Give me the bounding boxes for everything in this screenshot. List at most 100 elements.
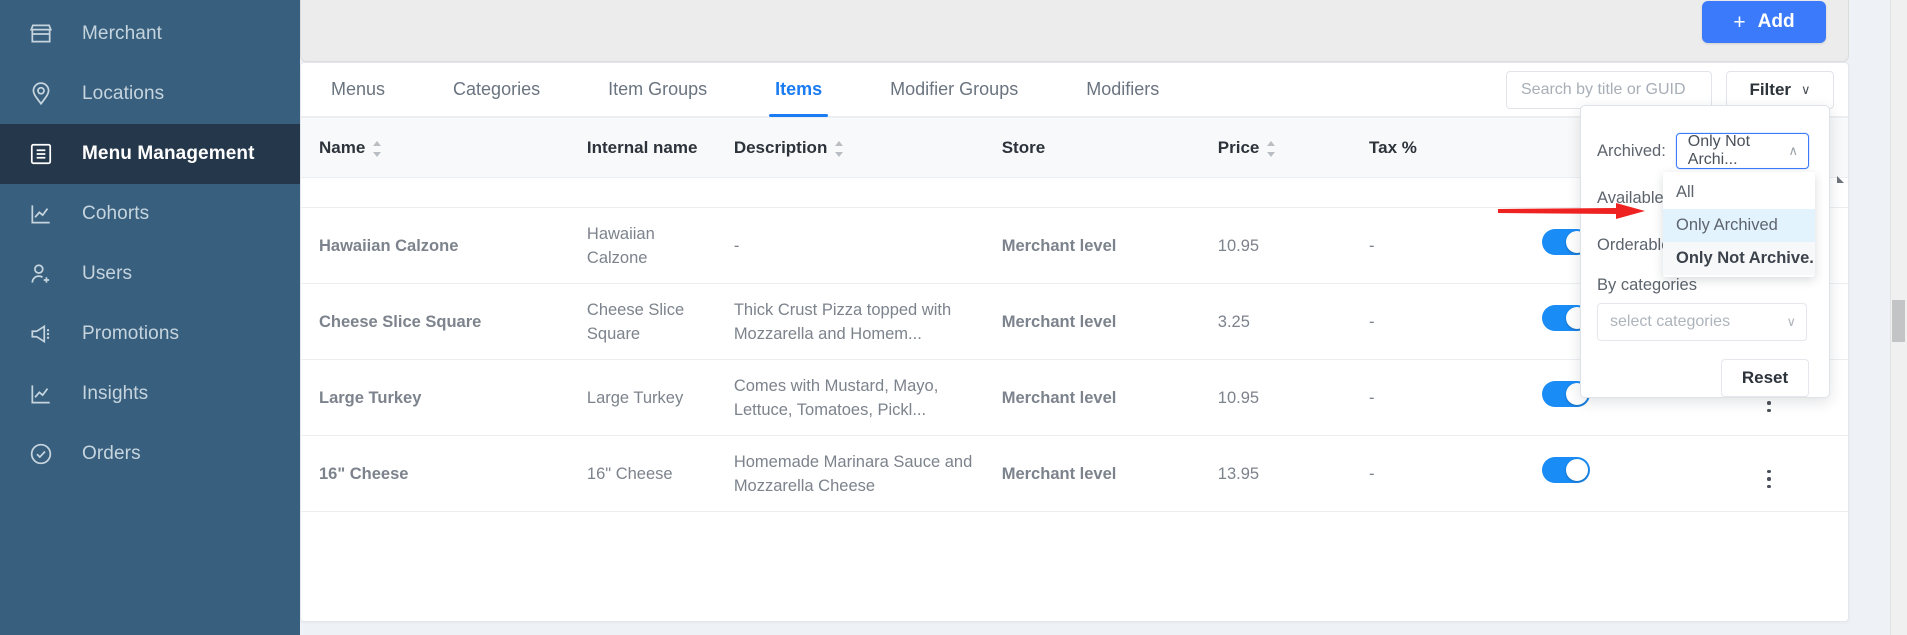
column-header-label: Description	[733, 137, 828, 157]
filter-archived-label: Archived:	[1597, 141, 1666, 160]
tab-items[interactable]: Items	[763, 63, 834, 117]
categories-placeholder: select categories	[1610, 313, 1731, 330]
tab-menus[interactable]: Menus	[319, 63, 397, 117]
categories-multiselect[interactable]: select categories ∨	[1597, 303, 1807, 341]
sidebar-item-label: Locations	[82, 83, 165, 104]
cell-description: Homemade Marinara Sauce and Mozzarella C…	[715, 435, 984, 512]
cell-availability-toggle[interactable]	[1523, 435, 1740, 512]
sidebar-item-promotions[interactable]: Promotions	[0, 304, 300, 364]
page-scrollbar-thumb[interactable]	[1892, 300, 1905, 342]
tab-item-groups[interactable]: Item Groups	[596, 63, 719, 117]
column-header-label: Name	[319, 137, 366, 157]
sidebar-item-label: Menu Management	[82, 143, 255, 164]
search-input[interactable]	[1519, 80, 1730, 100]
app-root: Merchant Locations Menu Management Cohor…	[0, 0, 1907, 635]
sidebar-item-orders[interactable]: Orders	[0, 424, 300, 484]
sidebar-item-label: Users	[82, 263, 133, 284]
filter-button-label: Filter	[1749, 80, 1792, 99]
tab-bar-actions: Filter ∨	[1506, 71, 1834, 109]
filter-available-label: Available:	[1597, 188, 1669, 207]
user-add-icon	[28, 261, 68, 287]
cell-description: Comes with Mustard, Mayo, Lettuce, Tomat…	[715, 359, 984, 436]
sidebar-item-label: Merchant	[82, 23, 163, 44]
archived-select[interactable]: Only Not Archi... ∧	[1675, 133, 1809, 169]
cell-internal-name: 16" Cheese	[568, 435, 716, 512]
tab-categories[interactable]: Categories	[441, 63, 552, 117]
cell-name: 16" Cheese	[301, 435, 569, 512]
filter-button[interactable]: Filter ∨	[1726, 71, 1834, 109]
sidebar-item-users[interactable]: Users	[0, 244, 300, 304]
cell-store: Merchant level	[983, 359, 1200, 436]
cell-tax: -	[1351, 359, 1524, 436]
list-icon	[28, 141, 68, 167]
column-header-label: Internal name	[586, 137, 698, 157]
cell-store: Merchant level	[983, 207, 1200, 284]
sidebar-item-locations[interactable]: Locations	[0, 64, 300, 124]
add-button[interactable]: + Add	[1702, 1, 1826, 43]
cell-tax: -	[1351, 435, 1524, 512]
cell-price: 10.95	[1199, 359, 1351, 436]
cell-store: Merchant level	[983, 283, 1200, 360]
filter-by-categories-label: By categories	[1597, 276, 1697, 294]
cell-internal-name: Large Turkey	[568, 359, 716, 436]
archived-select-value: Only Not Archi...	[1687, 133, 1751, 168]
add-button-label: Add	[1757, 11, 1795, 32]
column-header-description[interactable]: Description	[715, 117, 984, 178]
page-scrollbar-track[interactable]	[1890, 0, 1907, 635]
archived-option-only-not-archived[interactable]: Only Not Archive...	[1663, 242, 1815, 275]
sidebar-item-menu-management[interactable]: Menu Management	[0, 124, 300, 184]
sidebar: Merchant Locations Menu Management Cohor…	[0, 0, 300, 635]
sort-icon[interactable]	[835, 140, 844, 157]
cell-name: Cheese Slice Square	[301, 283, 569, 360]
column-header-internal-name[interactable]: Internal name	[568, 117, 716, 178]
sidebar-item-merchant[interactable]: Merchant	[0, 4, 300, 64]
sort-icon[interactable]	[1267, 140, 1276, 157]
search-box[interactable]	[1506, 71, 1747, 109]
cell-description: -	[715, 207, 984, 284]
cell-tax: -	[1351, 283, 1524, 360]
column-header-price[interactable]: Price	[1199, 117, 1351, 178]
table-row[interactable]: 16" Cheese 16" Cheese Homemade Marinara …	[301, 435, 1848, 512]
sort-icon[interactable]	[373, 140, 382, 157]
cell-internal-name: Cheese Slice Square	[568, 283, 716, 360]
sidebar-item-label: Cohorts	[82, 203, 150, 224]
sidebar-item-label: Orders	[82, 443, 141, 464]
availability-toggle[interactable]	[1541, 457, 1590, 483]
cell-price: 13.95	[1199, 435, 1351, 512]
tab-modifier-groups[interactable]: Modifier Groups	[878, 63, 1030, 117]
location-pin-icon	[28, 81, 68, 107]
chart-line-icon	[28, 201, 68, 227]
sidebar-item-cohorts[interactable]: Cohorts	[0, 184, 300, 244]
tab-modifiers[interactable]: Modifiers	[1074, 63, 1171, 117]
filter-row-archived: Archived: Only Not Archi... ∧	[1597, 128, 1809, 174]
column-header-label: Store	[1001, 137, 1046, 157]
column-header-tax[interactable]: Tax %	[1351, 117, 1524, 178]
column-header-store[interactable]: Store	[983, 117, 1200, 178]
page-toolbar: + Add	[300, 0, 1849, 62]
column-header-name[interactable]: Name	[301, 117, 569, 178]
archived-option-only-archived[interactable]: Only Archived	[1663, 209, 1815, 242]
cell-row-actions[interactable]	[1739, 435, 1848, 512]
megaphone-icon	[28, 321, 68, 347]
cell-tax: -	[1351, 207, 1524, 284]
sidebar-item-label: Promotions	[82, 323, 180, 344]
column-header-label: Price	[1217, 137, 1260, 157]
filter-panel: Archived: Only Not Archi... ∧ Available:…	[1580, 105, 1830, 398]
chevron-down-icon: ∨	[1786, 314, 1796, 329]
reset-button[interactable]: Reset	[1721, 359, 1809, 397]
cell-name: Hawaiian Calzone	[301, 207, 569, 284]
archived-option-all[interactable]: All	[1663, 176, 1815, 209]
store-icon	[28, 21, 68, 47]
archived-options-list: All Only Archived Only Not Archive...	[1663, 172, 1815, 277]
column-header-label: Tax %	[1369, 137, 1417, 157]
toggle-knob	[1565, 459, 1588, 481]
more-vertical-icon[interactable]	[1758, 467, 1780, 491]
cell-internal-name: Hawaiian Calzone	[568, 207, 716, 284]
check-circle-icon	[28, 441, 68, 467]
chart-line-icon	[28, 381, 68, 407]
filter-footer: Reset	[1597, 359, 1809, 397]
sidebar-item-insights[interactable]: Insights	[0, 364, 300, 424]
main-content: + Add Menus Categories Item Groups Items…	[300, 0, 1907, 635]
cell-price: 10.95	[1199, 207, 1351, 284]
cell-description: Thick Crust Pizza topped with Mozzarella…	[715, 283, 984, 360]
